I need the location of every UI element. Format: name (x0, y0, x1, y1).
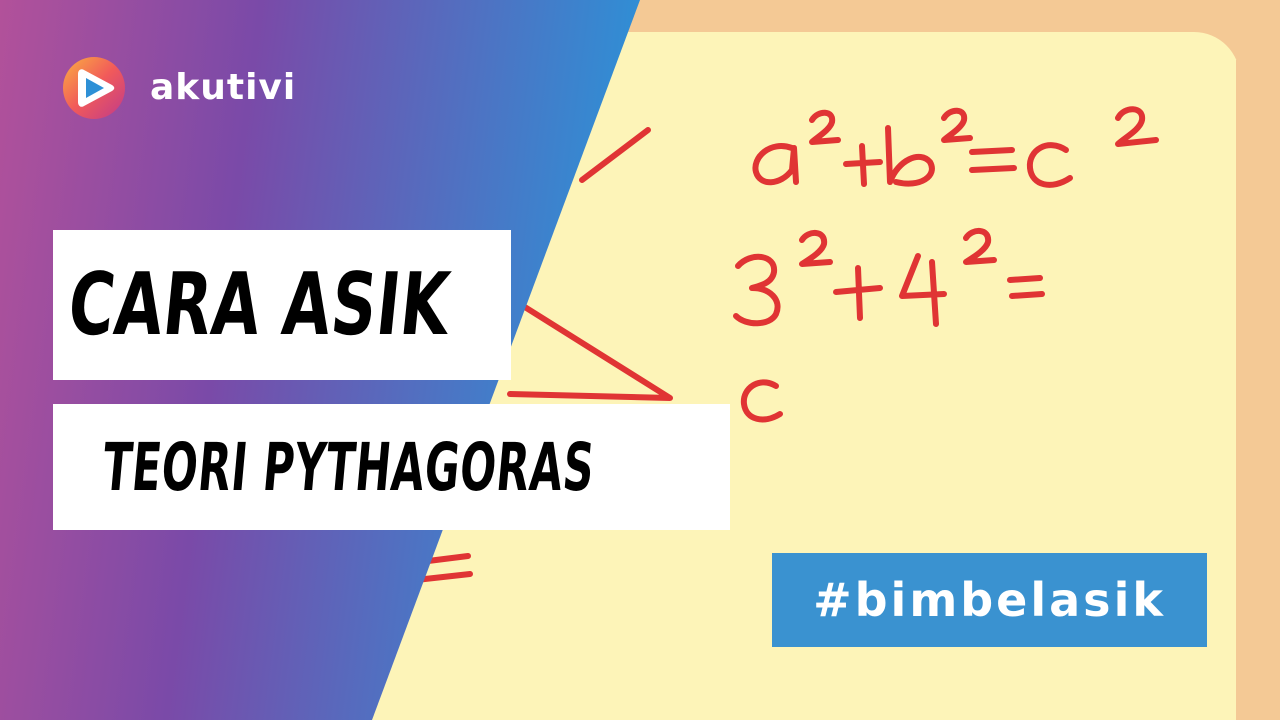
hashtag-badge: #bimbelasik (772, 553, 1207, 647)
brand-name: akutivi (150, 67, 297, 108)
title-line-1: CARA ASIK (63, 255, 455, 355)
hashtag-text: #bimbelasik (813, 573, 1166, 627)
title-line-2-box: TEORI PYTHAGORAS (53, 404, 730, 530)
brand: akutivi (62, 56, 296, 120)
title-line-1-box: CARA ASIK (53, 230, 511, 380)
title-line-2: TEORI PYTHAGORAS (99, 428, 598, 506)
play-triangle-icon (63, 57, 125, 119)
thumbnail: akutivi CARA ASIK TEORI PYTHAGORAS #bimb… (0, 0, 1280, 720)
